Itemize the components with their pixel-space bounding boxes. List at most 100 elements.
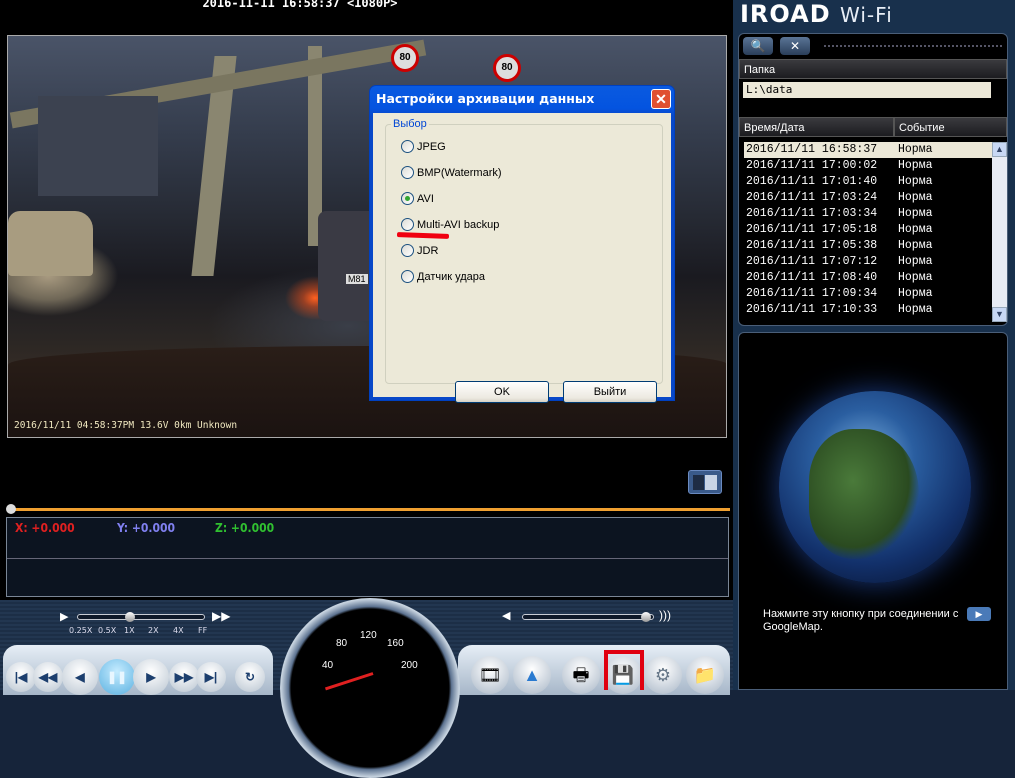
ok-button[interactable]: OK xyxy=(455,381,549,403)
print-button[interactable]: 🖶 xyxy=(562,656,600,694)
list-scrollbar[interactable]: ▲ ▼ xyxy=(992,142,1007,322)
logo: IROAD Wi-Fi xyxy=(740,0,893,28)
radio-option[interactable]: Multi-AVI backup xyxy=(401,218,499,231)
map-hint: Нажмите эту кнопку при соединении с Goog… xyxy=(763,608,959,633)
seek-track xyxy=(12,508,730,511)
list-item[interactable]: 2016/11/11 17:05:38 Норма xyxy=(744,238,992,254)
repeat-button[interactable]: ↻ xyxy=(235,662,265,692)
radio-option[interactable]: JPEG xyxy=(401,140,446,153)
radio-button[interactable] xyxy=(401,166,414,179)
sound-waves-icon: ))) xyxy=(659,608,671,622)
row-event: Норма xyxy=(898,255,933,268)
upload-button[interactable]: ▲ xyxy=(513,656,551,694)
radio-button[interactable] xyxy=(401,270,414,283)
list-item[interactable]: 2016/11/11 17:10:33 Норма xyxy=(744,302,992,318)
settings-button[interactable]: ⚙ xyxy=(644,656,682,694)
radio-label: Датчик удара xyxy=(417,270,486,283)
z-value: +0.000 xyxy=(230,521,275,535)
continent xyxy=(809,429,919,559)
radio-option[interactable]: JDR xyxy=(401,244,438,257)
radio-button[interactable] xyxy=(401,192,414,205)
radio-option[interactable]: Датчик удара xyxy=(401,270,485,283)
scroll-up-icon[interactable]: ▲ xyxy=(992,142,1007,157)
radio-label: AVI xyxy=(417,192,434,205)
row-time: 2016/11/11 17:08:40 xyxy=(746,271,878,284)
list-item[interactable]: 2016/11/11 17:03:24 Норма xyxy=(744,190,992,206)
file-list: 2016/11/11 16:58:37 Норма 2016/11/11 17:00… xyxy=(744,142,992,322)
satellite-button[interactable]: ✕ xyxy=(780,37,810,55)
satellite-icon: ✕ xyxy=(789,39,801,53)
row-event: Норма xyxy=(898,175,933,188)
seek-handle[interactable] xyxy=(6,504,16,514)
gauge-tick: 120 xyxy=(360,630,377,641)
list-item[interactable]: 2016/11/11 17:08:40 Норма xyxy=(744,270,992,286)
group-label: Выбор xyxy=(391,118,429,130)
gauge-tick: 40 xyxy=(322,660,334,671)
speed-knob[interactable] xyxy=(125,612,135,622)
row-time: 2016/11/11 17:01:40 xyxy=(746,175,878,188)
volume-slider[interactable] xyxy=(522,612,654,622)
list-item[interactable]: 2016/11/11 17:00:02 Норма xyxy=(744,158,992,174)
license-plate: M81 xyxy=(346,274,368,284)
radio-button[interactable] xyxy=(401,218,414,231)
list-item[interactable]: 2016/11/11 17:07:12 Норма xyxy=(744,254,992,270)
row-time: 2016/11/11 17:05:18 xyxy=(746,223,878,236)
column-header-time[interactable]: Время/Дата xyxy=(739,117,894,137)
open-folder-button[interactable]: 📁 xyxy=(686,656,724,694)
row-time: 2016/11/11 17:09:34 xyxy=(746,287,878,300)
volume-icon: ◀ xyxy=(502,610,511,622)
gauge-tick: 160 xyxy=(387,638,404,649)
playback-speed-slider[interactable] xyxy=(77,612,205,622)
radio-button[interactable] xyxy=(401,244,414,257)
folder-path-field[interactable]: L:\data xyxy=(743,82,991,98)
g-sensor-graph: X: +0.000 Y: +0.000 Z: +0.000 xyxy=(6,517,729,597)
speed-sign: 80 xyxy=(391,44,419,72)
list-item[interactable]: 2016/11/11 17:03:34 Норма xyxy=(744,206,992,222)
fast-icon: ▶▶ xyxy=(212,609,231,623)
scroll-down-icon[interactable]: ▼ xyxy=(992,307,1007,322)
row-event: Норма xyxy=(898,159,933,172)
radio-button[interactable] xyxy=(401,140,414,153)
list-item[interactable]: 2016/11/11 17:01:40 Норма xyxy=(744,174,992,190)
next-button[interactable]: ▶▶ xyxy=(169,662,199,692)
car xyxy=(8,211,93,276)
divider xyxy=(824,45,1002,47)
archive-settings-dialog: Настройки архивации данных ✕ Выбор JPEG B… xyxy=(369,85,675,403)
previous-button[interactable]: ◀◀ xyxy=(33,662,63,692)
film-button[interactable]: 🎞 xyxy=(471,656,509,694)
gauge-tick: 80 xyxy=(336,638,348,649)
first-button[interactable]: |◀ xyxy=(6,662,36,692)
row-time: 2016/11/11 17:05:38 xyxy=(746,239,878,252)
speed-label: 0.25X xyxy=(69,626,93,635)
seek-bar[interactable] xyxy=(6,503,730,515)
graph-baseline xyxy=(7,558,728,559)
search-button[interactable]: 🔍 xyxy=(743,37,773,55)
column-header-event[interactable]: Событие xyxy=(894,117,1007,137)
view-toggle-button[interactable] xyxy=(688,470,722,494)
file-list-panel: 🔍 ✕ Папка L:\data Время/Дата Событие 201… xyxy=(738,33,1008,326)
last-button[interactable]: ▶| xyxy=(196,662,226,692)
list-item[interactable]: 2016/11/11 17:05:18 Норма xyxy=(744,222,992,238)
radio-option[interactable]: BMP(Watermark) xyxy=(401,166,502,179)
volume-knob[interactable] xyxy=(641,612,651,622)
list-item[interactable]: 2016/11/11 16:58:37 Норма xyxy=(744,142,992,158)
speed-label: FF xyxy=(198,626,208,635)
row-event: Норма xyxy=(898,191,933,204)
row-time: 2016/11/11 17:07:12 xyxy=(746,255,878,268)
speed-label: 1X xyxy=(124,626,135,635)
speed-label: 4X xyxy=(173,626,184,635)
google-map-button[interactable]: ▶ xyxy=(967,607,991,621)
folder-header: Папка xyxy=(739,59,1007,79)
row-event: Норма xyxy=(898,207,933,220)
radio-label: JPEG xyxy=(417,140,446,153)
list-item[interactable]: 2016/11/11 17:09:34 Норма xyxy=(744,286,992,302)
close-button[interactable]: ✕ xyxy=(651,89,671,109)
slow-icon: ▶ xyxy=(60,611,69,623)
speed-sign: 80 xyxy=(493,54,521,82)
radio-label: BMP(Watermark) xyxy=(417,166,502,179)
row-time: 2016/11/11 17:03:24 xyxy=(746,191,878,204)
exit-button[interactable]: Выйти xyxy=(563,381,657,403)
radio-option[interactable]: AVI xyxy=(401,192,434,205)
radio-label: JDR xyxy=(417,244,439,257)
save-highlight xyxy=(604,650,644,690)
